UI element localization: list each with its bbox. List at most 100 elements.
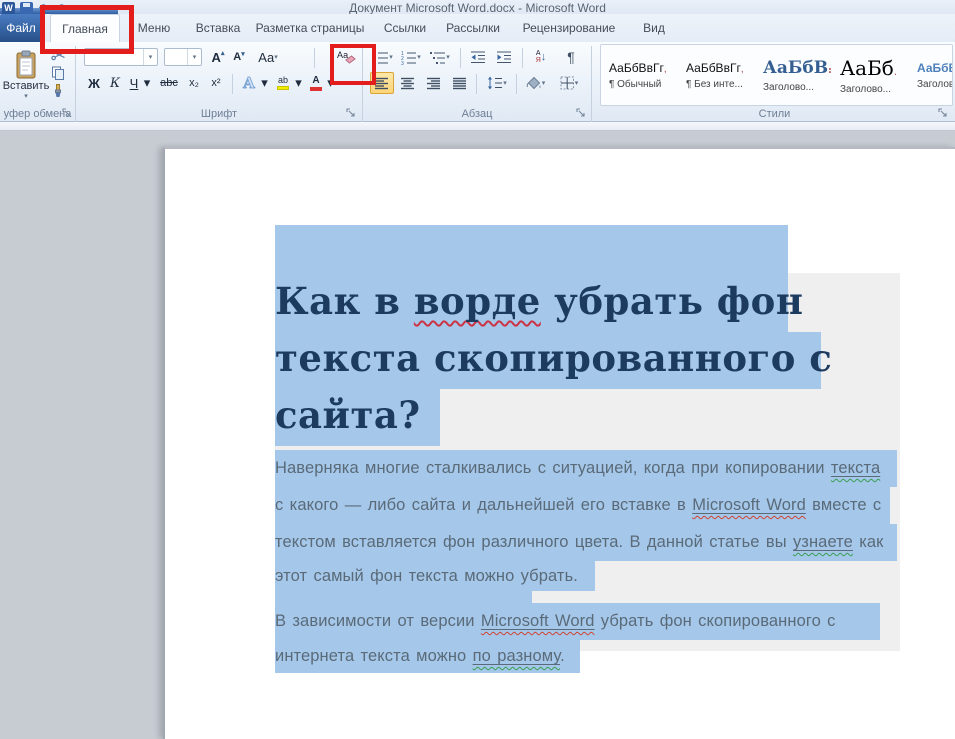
shrink-font-button[interactable]: А▾ xyxy=(230,46,248,68)
doc-text: с какого — либо сайта и дальнейшей его в… xyxy=(275,496,692,514)
tab-page-layout[interactable]: Разметка страницы xyxy=(252,14,368,42)
style-label: ¶ Обычный xyxy=(609,79,661,90)
align-left-icon xyxy=(375,77,389,90)
italic-button[interactable]: К xyxy=(106,72,124,94)
styles-dialog-launcher[interactable] xyxy=(938,108,949,119)
window-title: Документ Microsoft Word.docx - Microsoft… xyxy=(0,1,955,14)
doc-line[interactable]: этот самый фон текста можно убрать. xyxy=(275,561,595,591)
font-color-bar xyxy=(310,87,322,91)
doc-line[interactable]: с какого — либо сайта и дальнейшей его в… xyxy=(275,487,890,524)
ribbon-bottom-strip xyxy=(0,122,955,131)
underlined-word: Microsoft Word xyxy=(692,496,806,514)
doc-line[interactable]: текста скопированного с xyxy=(275,332,821,389)
doc-text: . xyxy=(560,647,565,665)
style-preview: АаБб. xyxy=(840,56,897,80)
small-separator xyxy=(522,48,523,68)
align-center-icon xyxy=(401,77,415,90)
font-color-button[interactable]: А xyxy=(306,72,326,94)
show-marks-button[interactable]: ¶ xyxy=(560,46,582,68)
style-preview: АаБбВ: xyxy=(763,58,832,78)
text-effects-button[interactable]: А xyxy=(238,72,260,94)
increase-indent-button[interactable] xyxy=(492,46,516,68)
numbered-list-icon: 123 xyxy=(401,50,417,65)
doc-line[interactable]: сайта? xyxy=(275,389,440,446)
subscript-button[interactable]: x₂ xyxy=(184,72,204,94)
group-clipboard: Вставить ▾ уфер обмена xyxy=(0,42,75,122)
group-paragraph: ▾ 123 ▾ ▾ xyxy=(364,42,590,122)
paste-label: Вставить xyxy=(3,80,50,92)
styles-group-label: Стили xyxy=(594,108,955,120)
superscript-button[interactable]: x² xyxy=(206,72,226,94)
doc-line[interactable]: Наверняка многие сталкивались с ситуацие… xyxy=(275,450,897,487)
style-card[interactable]: АаБбВ: Заголово... xyxy=(763,58,833,93)
tab-insert[interactable]: Вставка xyxy=(188,14,248,42)
font-size-dropdown-arrow[interactable]: ▾ xyxy=(187,49,201,65)
tab-menu[interactable]: Меню xyxy=(126,14,182,42)
strikethrough-button[interactable]: abc xyxy=(156,72,182,94)
underline-dropdown-arrow[interactable]: ▾ xyxy=(142,72,152,94)
align-right-button[interactable] xyxy=(422,72,446,94)
clipboard-dialog-launcher[interactable] xyxy=(62,108,73,119)
numbering-button[interactable]: 123 ▾ xyxy=(398,46,424,68)
format-painter-icon xyxy=(51,84,65,98)
style-preview: АаБбВвГг, xyxy=(686,61,744,75)
decrease-indent-button[interactable] xyxy=(466,46,490,68)
doc-text: Как в xyxy=(275,279,414,323)
style-preview: АаБбВвГг xyxy=(917,61,953,75)
align-center-button[interactable] xyxy=(396,72,420,94)
small-separator xyxy=(460,48,461,68)
small-separator xyxy=(314,48,315,68)
annotation-box-home-tab xyxy=(40,5,134,54)
paste-dropdown-arrow[interactable]: ▾ xyxy=(24,92,28,100)
format-painter-button[interactable] xyxy=(48,83,68,99)
copy-button[interactable] xyxy=(48,65,68,81)
style-card[interactable]: АаБбВвГг,¶ Без инте... xyxy=(686,61,756,90)
bold-button[interactable]: Ж xyxy=(84,72,104,94)
font-name-dropdown-arrow[interactable]: ▾ xyxy=(143,49,157,65)
font-group-label: Шрифт xyxy=(78,108,360,120)
style-card[interactable]: АаБбВвГг,¶ Обычный xyxy=(609,61,679,90)
doc-text: убрать фон скопированного с xyxy=(595,612,836,630)
svg-text:3: 3 xyxy=(401,61,404,65)
line-spacing-button[interactable]: ▾ xyxy=(482,72,512,94)
paste-button[interactable]: Вставить ▾ xyxy=(6,46,46,104)
tab-mailings[interactable]: Рассылки xyxy=(440,14,506,42)
font-dialog-launcher[interactable] xyxy=(346,108,357,119)
doc-line[interactable]: В зависимости от версии Microsoft Word у… xyxy=(275,603,880,640)
change-case-button[interactable]: Аа▾ xyxy=(254,46,282,68)
font-size-combobox[interactable]: ▾ xyxy=(164,48,202,66)
ribbon: Вставить ▾ уфер обмена xyxy=(0,42,955,122)
tab-view[interactable]: Вид xyxy=(632,14,676,42)
highlight-dropdown-arrow[interactable]: ▾ xyxy=(294,72,303,94)
ribbon-tab-row: Файл Главная Меню Вставка Разметка стран… xyxy=(0,14,955,42)
multilevel-list-button[interactable]: ▾ xyxy=(426,46,454,68)
style-card[interactable]: АаБбВвГг Заголово... xyxy=(917,61,953,90)
highlight-color-button[interactable]: ab xyxy=(272,72,294,94)
selected-blank-line[interactable] xyxy=(275,591,532,603)
style-card[interactable]: АаБб. Заголово... xyxy=(840,56,910,95)
sort-button[interactable]: АЯ ↓ xyxy=(528,46,554,68)
doc-line[interactable]: Как в ворде убрать фон xyxy=(275,275,788,332)
borders-button[interactable]: ▾ xyxy=(554,72,584,94)
paragraph-dialog-launcher[interactable] xyxy=(576,108,587,119)
title-bar: W ↶▾ ↷ ≡ Документ Microsoft Word.docx - … xyxy=(0,0,955,14)
grow-font-button[interactable]: А▴ xyxy=(208,46,228,68)
justify-button[interactable] xyxy=(448,72,472,94)
tab-review[interactable]: Рецензирование xyxy=(514,14,624,42)
shading-button[interactable]: ▾ xyxy=(520,72,550,94)
selected-blank-line[interactable] xyxy=(275,225,788,275)
copy-icon xyxy=(51,66,65,80)
group-font: ▾ ▾ А▴ А▾ Аа▾ Аа Ж К Ч ▾ abc x₂ x² А ▾ xyxy=(78,42,360,122)
style-label: Заголово... xyxy=(917,79,953,90)
underline-button[interactable]: Ч xyxy=(126,72,142,94)
doc-line[interactable]: текстом вставляется фон различного цвета… xyxy=(275,524,897,561)
doc-text: текста скопированного с xyxy=(275,336,832,380)
text-effects-dropdown-arrow[interactable]: ▾ xyxy=(260,72,269,94)
small-separator xyxy=(232,74,233,94)
style-label: Заголово... xyxy=(840,84,891,95)
tab-references[interactable]: Ссылки xyxy=(378,14,432,42)
tab-file[interactable]: Файл xyxy=(0,14,42,42)
doc-line[interactable]: интернета текста можно по разному. xyxy=(275,640,580,673)
doc-text: Наверняка многие сталкивались с ситуацие… xyxy=(275,459,831,477)
style-label: Заголово... xyxy=(763,82,814,93)
